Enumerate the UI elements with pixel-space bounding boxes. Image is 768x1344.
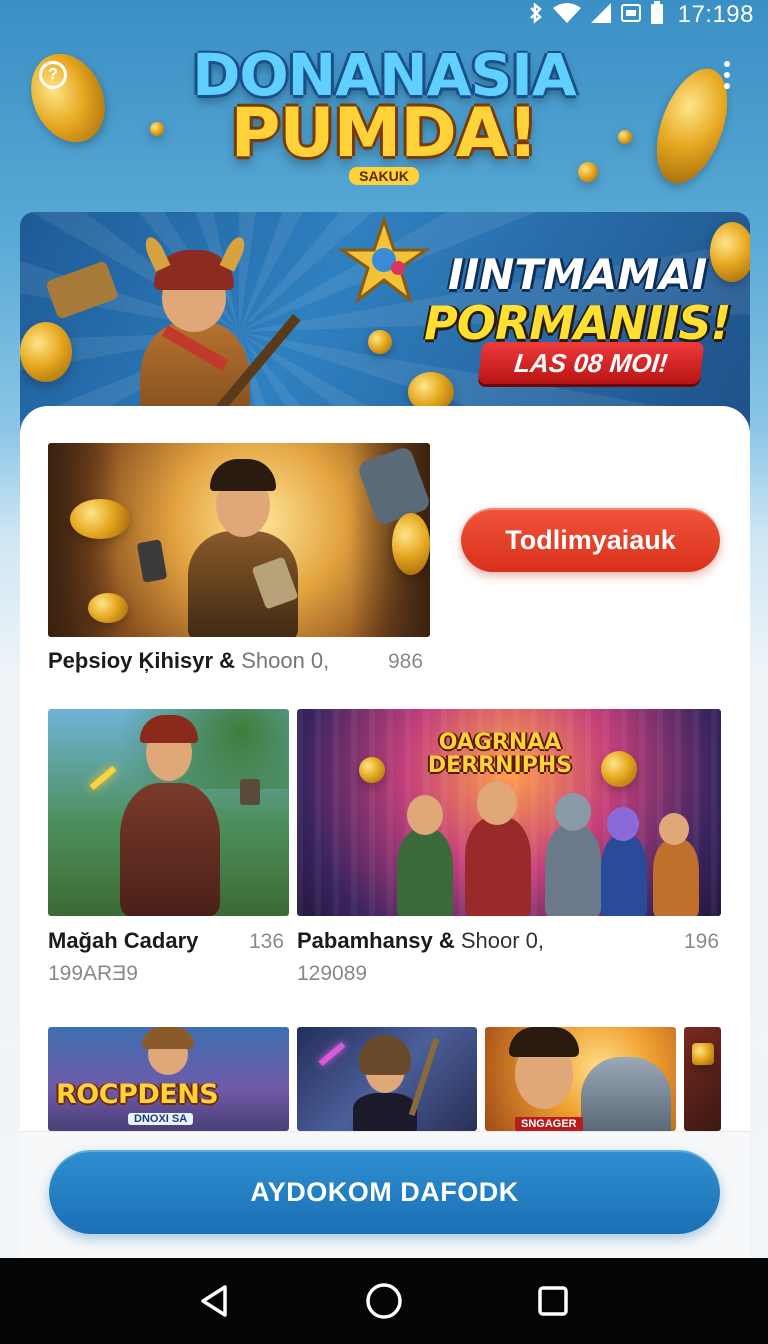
game-thumbnail[interactable]: OAGRNAA DERRNIPHS: [297, 709, 721, 916]
featured-game-title[interactable]: Peþsioy Ķihisyr & Shoon 0,: [48, 648, 329, 674]
game-thumbnail[interactable]: SNGAGER: [485, 1027, 676, 1131]
bluetooth-icon: [528, 2, 544, 28]
star-gem-icon: [338, 216, 430, 305]
coin-decoration: [20, 322, 72, 382]
home-button[interactable]: [360, 1277, 408, 1325]
game-count: 136: [249, 930, 285, 953]
status-time: 17:198: [677, 1, 754, 28]
back-icon: [200, 1285, 227, 1317]
promo-badge: LAS 08 MOI!: [477, 342, 705, 384]
game-thumbnail[interactable]: [48, 709, 289, 916]
coin-decoration: [368, 330, 392, 354]
game-subtitle: 199ARƎ9: [48, 962, 138, 985]
play-now-button[interactable]: Todlimyaiauk: [461, 508, 720, 572]
sim-icon: [620, 2, 642, 28]
game-art-title: ROCPDENS: [56, 1079, 219, 1110]
promo-title-1: IINTMAMAI: [448, 250, 708, 299]
game-subtitle: 129089: [297, 962, 368, 985]
back-button[interactable]: [191, 1277, 239, 1325]
status-bar: 17:198: [0, 0, 768, 30]
recents-button[interactable]: [529, 1277, 577, 1325]
game-thumbnail[interactable]: ROCPDENS DNOXI SA: [48, 1027, 289, 1131]
battery-icon: [650, 1, 664, 29]
recents-icon: [538, 1286, 569, 1316]
game-art-subtitle: DNOXI SA: [128, 1113, 194, 1125]
wifi-icon: [552, 2, 582, 28]
signal-icon: [590, 2, 612, 28]
featured-game-count: 986: [388, 650, 424, 673]
game-count: 196: [684, 930, 720, 953]
app-logo: DONANASIA PUMDA! SAKUK: [0, 46, 768, 186]
game-tag: SNGAGER: [515, 1117, 583, 1131]
logo-subtitle: SAKUK: [349, 167, 419, 185]
primary-cta-button[interactable]: AYDOKOM DAFODK: [49, 1150, 720, 1234]
home-icon: [366, 1283, 402, 1319]
system-nav-bar: [0, 1258, 768, 1344]
game-thumbnail[interactable]: [684, 1027, 721, 1131]
logo-title-line2: PUMDA!: [230, 94, 539, 173]
coin-decoration: [710, 222, 750, 282]
game-art-title: OAGRNAA DERRNIPHS: [427, 730, 573, 779]
game-thumbnail[interactable]: [297, 1027, 477, 1131]
game-title[interactable]: Pabamhansy & Shoor 0,: [297, 928, 544, 954]
featured-game-thumbnail[interactable]: [48, 443, 430, 637]
game-title[interactable]: Mağah Cadary: [48, 928, 198, 954]
